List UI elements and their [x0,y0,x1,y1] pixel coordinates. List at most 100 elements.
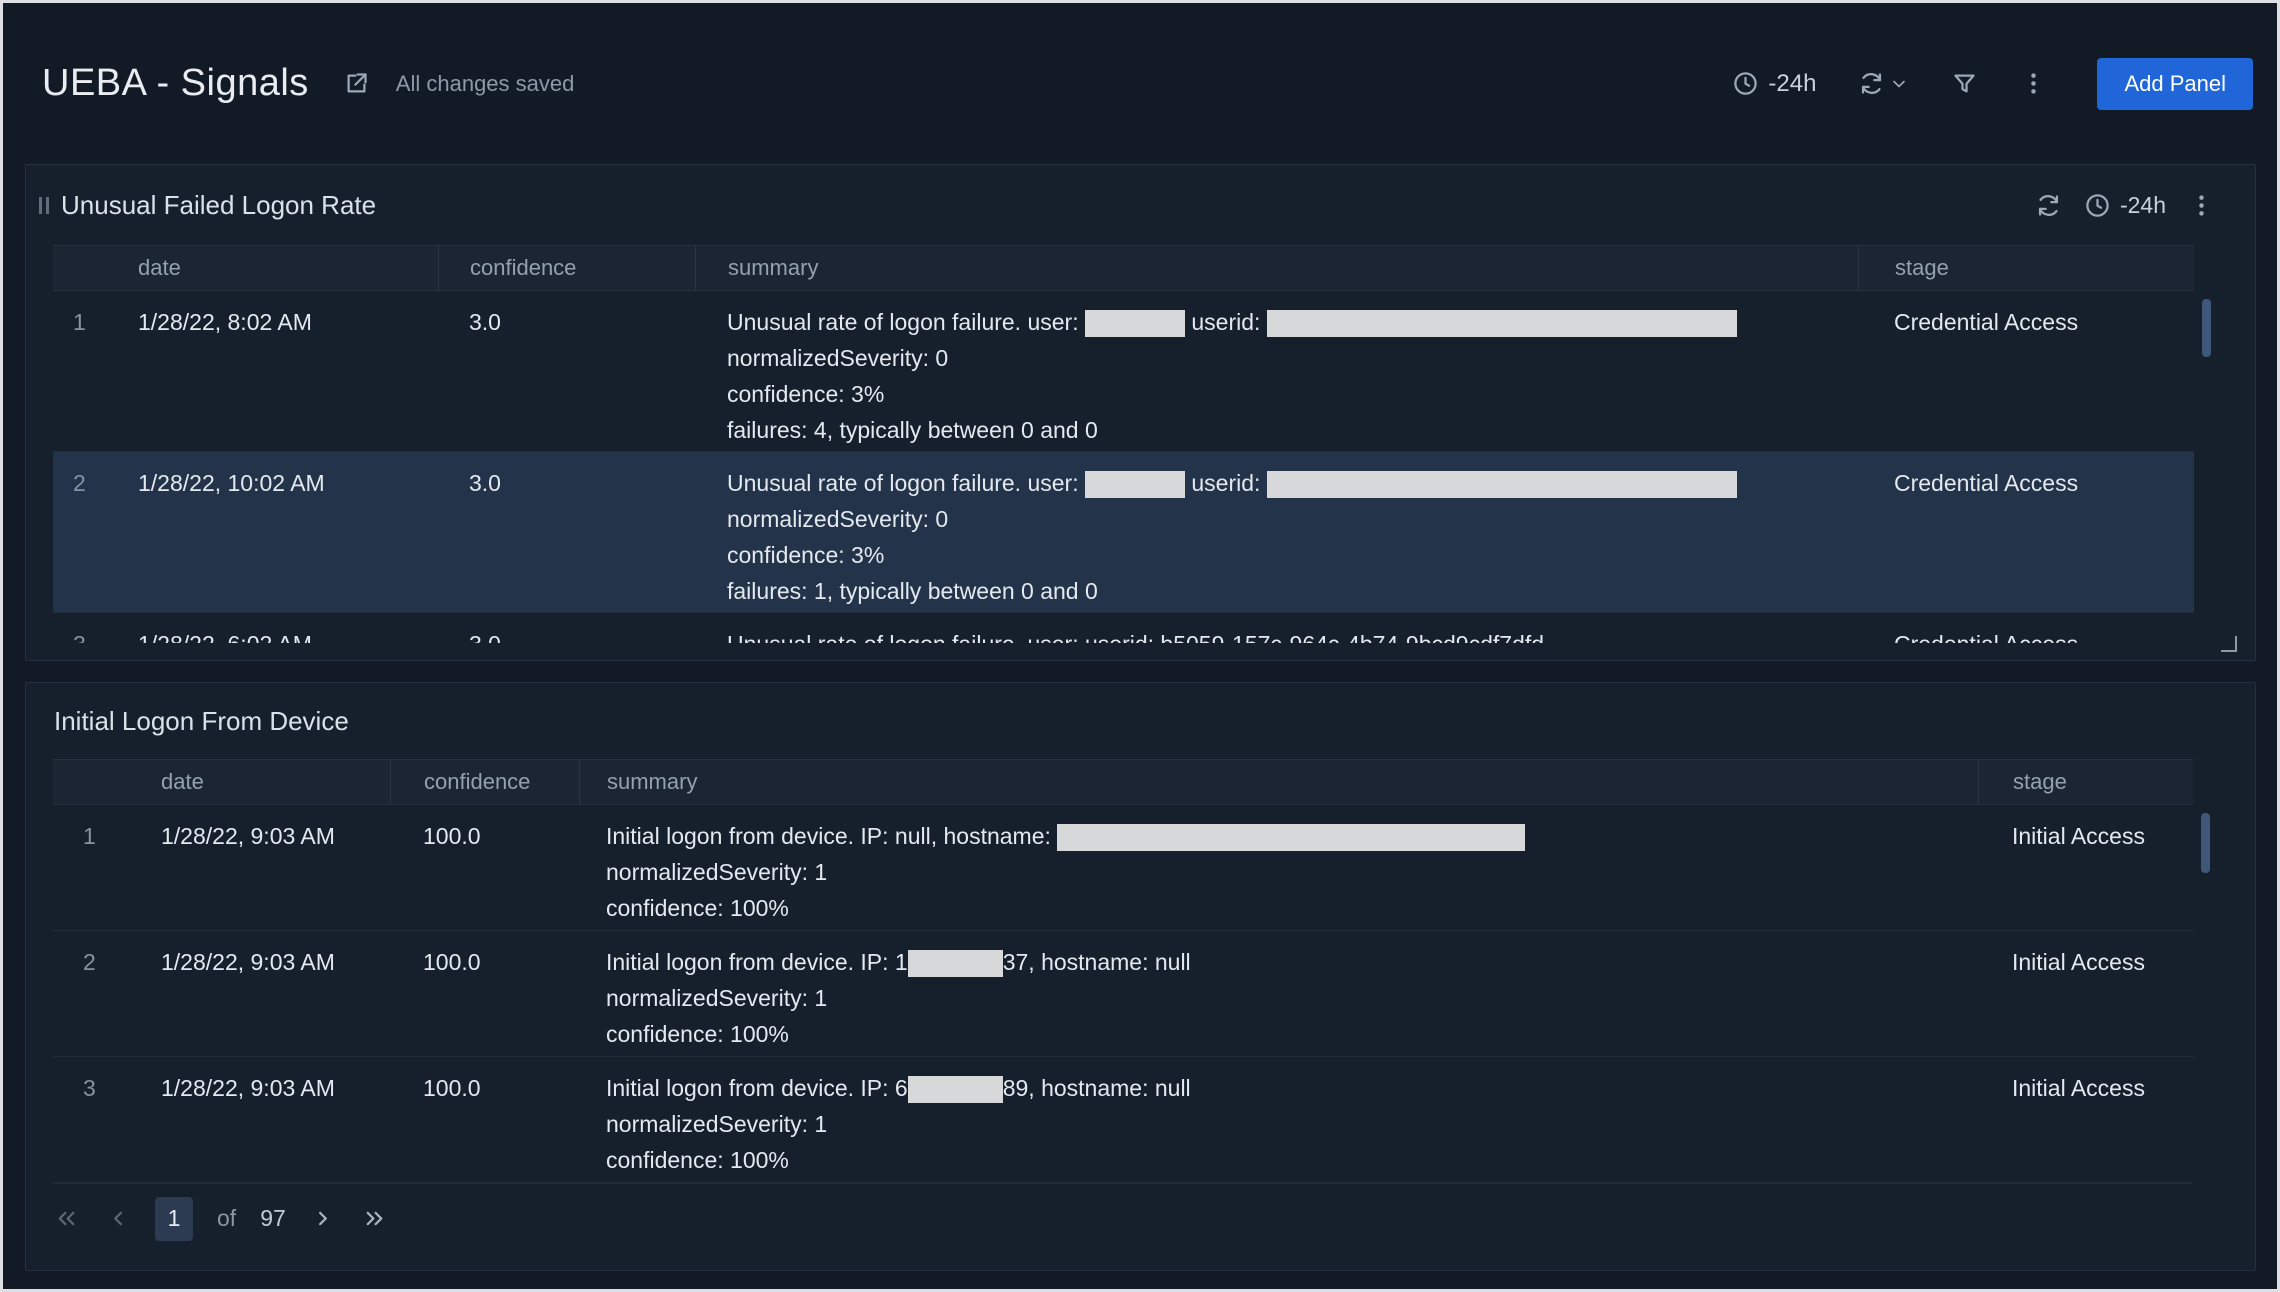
column-header-summary[interactable]: summary [579,760,1978,804]
table-row[interactable]: 11/28/22, 9:03 AM100.0 Initial logon from… [53,805,2193,931]
share-icon[interactable] [343,70,370,97]
current-page[interactable]: 1 [155,1197,193,1241]
kebab-menu-icon[interactable] [2020,70,2047,97]
redacted-text [1267,471,1737,498]
scrollbar-thumb[interactable] [2202,299,2211,357]
column-header-stage[interactable]: stage [1978,760,2193,804]
panel-resize-handle[interactable] [2221,636,2237,652]
summary-text: 37, hostname: null [1003,949,1191,975]
clock-icon [1732,70,1759,97]
panel-title: Unusual Failed Logon Rate [61,190,2035,221]
summary-line: Unusual rate of logon failure. user: use… [727,304,1858,340]
summary-line: confidence: 100% [606,890,1978,926]
cell-date: 1/28/22, 8:02 AM [125,291,438,451]
summary-text: Initial logon from device. IP: 6 [606,1075,908,1101]
dashboard-header: UEBA - Signals All changes saved -24h [3,3,2277,164]
filter-button[interactable] [1951,70,1978,97]
refresh-icon [2035,192,2062,219]
next-page-icon[interactable] [310,1205,337,1232]
cell-confidence: 3.0 [438,452,695,612]
column-header-index [53,760,146,804]
redacted-text [908,950,1003,977]
column-header-stage[interactable]: stage [1858,246,2194,290]
cell-date: 1/28/22, 9:03 AM [146,1057,390,1182]
row-index: 1 [53,291,125,451]
summary-text: normalizedSeverity: 0 [727,506,948,532]
kebab-menu-icon[interactable] [2188,192,2215,219]
column-header-summary[interactable]: summary [695,246,1858,290]
cell-summary: Initial logon from device. IP: 6 89, host… [579,1057,1978,1182]
summary-line: normalizedSeverity: 0 [727,501,1858,537]
cell-confidence: 3.0 [438,613,695,643]
first-page-icon[interactable] [53,1205,80,1232]
panel-title: Initial Logon From Device [54,706,2215,737]
drag-handle[interactable] [39,197,49,214]
last-page-icon[interactable] [361,1205,388,1232]
summary-line: normalizedSeverity: 1 [606,854,1978,890]
scrollbar-thumb[interactable] [2201,813,2210,873]
cell-date: 1/28/22, 9:03 AM [146,805,390,930]
cell-stage: Credential Access [1858,291,2194,451]
table-row[interactable]: 31/28/22, 9:03 AM100.0Initial logon from… [53,1057,2193,1183]
cell-summary: Initial logon from device. IP: null, hos… [579,805,1978,930]
summary-line: failures: 4, typically between 0 and 0 [727,412,1858,448]
panel-time-range-control[interactable]: -24h [2084,192,2166,219]
column-header-confidence[interactable]: confidence [438,246,695,290]
filter-icon [1951,70,1978,97]
add-panel-button[interactable]: Add Panel [2097,58,2253,110]
refresh-button[interactable] [1858,70,1885,97]
redacted-text [1085,310,1185,337]
redacted-text [908,1076,1003,1103]
summary-text: confidence: 100% [606,1147,789,1173]
column-header-confidence[interactable]: confidence [390,760,579,804]
table-row[interactable]: 21/28/22, 9:03 AM100.0 Initial logon from… [53,931,2193,1057]
cell-confidence: 100.0 [390,805,579,930]
cell-confidence: 100.0 [390,931,579,1056]
summary-text: Unusual rate of logon failure. user: [727,470,1085,496]
summary-line: normalizedSeverity: 0 [727,340,1858,376]
row-index: 3 [53,613,125,643]
summary-text: Unusual rate of logon failure. user: use… [727,631,1544,643]
summary-line: Initial logon from device. IP: 6 89, host… [606,1070,1978,1106]
summary-text: 89, hostname: null [1003,1075,1191,1101]
summary-text: Unusual rate of logon failure. user: [727,309,1085,335]
pagination: 1 of 97 [53,1183,2193,1253]
summary-text: Initial logon from device. IP: null, hos… [606,823,1057,849]
cell-stage: Credential Access [1858,613,2194,643]
summary-text: normalizedSeverity: 1 [606,859,827,885]
clock-icon [2084,192,2111,219]
panel-header: Unusual Failed Logon Rate -24h [26,165,2255,245]
table-row[interactable]: 11/28/22, 8:02 AM3.0Unusual rate of logo… [53,291,2194,452]
row-index: 3 [53,1057,146,1182]
cell-summary: Initial logon from device. IP: 137, host… [579,931,1978,1056]
table-header: dateconfidencesummarystage [53,245,2194,291]
panel-unusual-failed-logon-rate: Unusual Failed Logon Rate -24h [25,164,2256,661]
summary-text: confidence: 100% [606,895,789,921]
time-range-control[interactable]: -24h [1732,70,1816,98]
cell-summary: Unusual rate of logon failure. user: use… [695,613,1858,643]
table-row[interactable]: 21/28/22, 10:02 AM3.0Unusual rate of log… [53,452,2194,613]
summary-line: Initial logon from device. IP: 137, host… [606,944,1978,980]
table-header: dateconfidencesummarystage [53,759,2193,805]
row-index: 2 [53,931,146,1056]
cell-date: 1/28/22, 10:02 AM [125,452,438,612]
column-header-date[interactable]: date [146,760,390,804]
time-range-label: -24h [1768,70,1816,98]
cell-stage: Initial Access [1978,931,2193,1056]
previous-page-icon[interactable] [104,1205,131,1232]
row-index: 1 [53,805,146,930]
cell-date: 1/28/22, 9:03 AM [146,931,390,1056]
panel-refresh-button[interactable] [2035,192,2062,219]
summary-text: normalizedSeverity: 0 [727,345,948,371]
save-status: All changes saved [396,71,575,97]
table-body: 11/28/22, 8:02 AM3.0Unusual rate of logo… [53,291,2194,643]
panel-time-range-label: -24h [2120,192,2166,219]
table-body: 11/28/22, 9:03 AM100.0Initial logon from… [53,805,2193,1183]
panel-initial-logon-from-device: Initial Logon From Device dateconfidence… [25,682,2256,1271]
table-row[interactable]: 31/28/22, 6:02 AM3.0Unusual rate of logo… [53,613,2194,643]
refresh-options-button[interactable] [1889,74,1909,94]
summary-line: Unusual rate of logon failure. user: use… [727,626,1858,643]
chevron-down-icon [1889,74,1909,94]
column-header-date[interactable]: date [125,246,438,290]
refresh-icon [1858,70,1885,97]
